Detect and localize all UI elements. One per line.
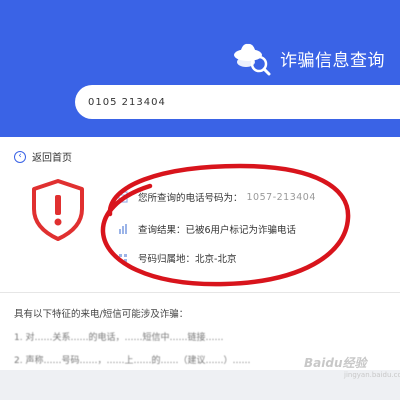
phone-label: 您所查询的电话号码为：	[138, 193, 243, 204]
watermark-url: jingyan.baidu.com	[344, 371, 400, 379]
divider	[0, 292, 400, 293]
feature-item: 1. 对……关系……的电话，……短信中……链接……	[14, 333, 224, 343]
back-home-link[interactable]: ‹ 返回首页	[14, 149, 72, 164]
features-title: 具有以下特征的来电/短信可能涉及诈骗：	[14, 309, 189, 320]
location-grid-icon	[119, 254, 127, 262]
location-value: 北京-北京	[195, 254, 237, 265]
result-label: 查询结果：	[138, 225, 186, 236]
phone-value: 1057-213404	[246, 191, 316, 203]
back-label: 返回首页	[32, 153, 72, 164]
location-label: 号码归属地：	[138, 254, 196, 265]
header-banner: 诈骗信息查询 0105 213404	[0, 0, 400, 137]
result-row: 查询结果： 已被6用户标记为诈骗电话	[118, 222, 296, 236]
watermark-logo: Baidu经验	[304, 356, 367, 370]
brand: 诈骗信息查询	[232, 38, 385, 78]
phone-row: 您所查询的电话号码为： 1057-213404	[118, 190, 316, 204]
spy-search-icon	[234, 43, 271, 76]
location-row: 号码归属地： 北京-北京	[118, 251, 236, 265]
bottom-bar	[0, 370, 400, 400]
phone-doc-icon	[118, 191, 128, 203]
warning-shield-icon	[32, 179, 84, 241]
page-title: 诈骗信息查询	[280, 50, 385, 71]
back-arrow-icon: ‹	[14, 150, 26, 163]
bar-chart-icon	[119, 224, 127, 234]
result-value: 已被6用户标记为诈骗电话	[185, 225, 297, 236]
search-input[interactable]: 0105 213404	[75, 85, 400, 119]
